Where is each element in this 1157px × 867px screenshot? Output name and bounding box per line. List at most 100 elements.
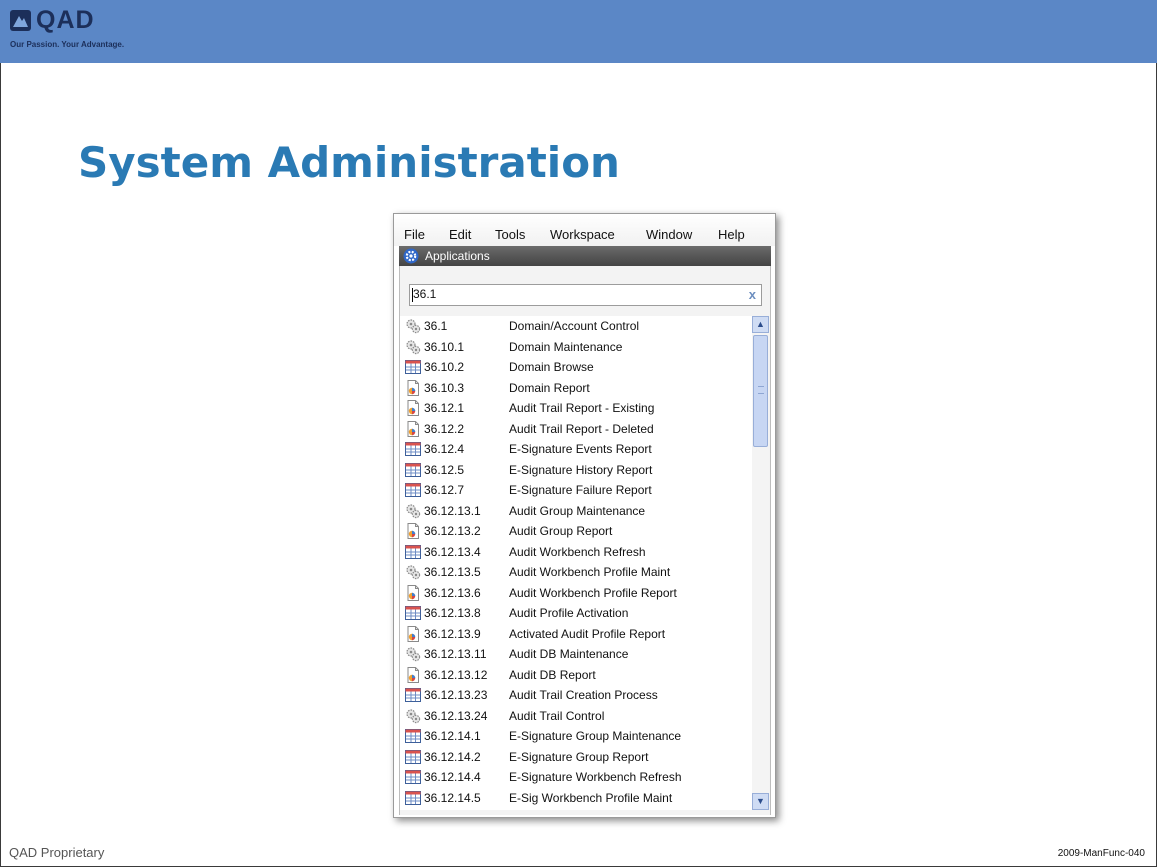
report-icon: [405, 400, 421, 416]
list-item[interactable]: 36.12.4 E-Signature Events Report: [400, 439, 752, 459]
menu-code: 36.12.13.5: [424, 565, 481, 579]
list-item[interactable]: 36.10.1 Domain Maintenance: [400, 337, 752, 357]
list-item[interactable]: 36.1 Domain/Account Control: [400, 316, 752, 336]
menu-description: E-Signature Group Maintenance: [509, 729, 682, 743]
menu-code: 36.10.3: [424, 380, 465, 395]
vertical-scrollbar[interactable]: ▲ ▼: [752, 316, 769, 810]
menu-code: 36.12.14.4: [424, 770, 481, 784]
menu-description: Audit Trail Report - Existing: [509, 401, 655, 415]
report-icon: [405, 625, 421, 642]
list-item[interactable]: 36.12.13.2 Audit Group Report: [400, 521, 752, 541]
applications-panel-header[interactable]: Applications: [399, 246, 771, 266]
menu-code: 36.12.14.5: [424, 790, 481, 805]
top-banner: QAD Our Passion. Your Advantage.: [0, 0, 1157, 63]
menu-tools[interactable]: Tools: [495, 227, 525, 242]
list-item[interactable]: 36.12.13.23 Audit Trail Creation Process: [400, 685, 752, 705]
menu-code: 36.12.7: [424, 483, 465, 497]
menu-code: 36.12.1: [424, 401, 465, 415]
gear-icon: [405, 708, 421, 724]
list-item[interactable]: 36.12.13.5 Audit Workbench Profile Maint: [400, 562, 752, 582]
menu-description: Audit Workbench Profile Maint: [509, 565, 671, 579]
browse-icon: [405, 687, 421, 703]
applications-panel: 36.1 x 36.1 Domain/Account Control 36.10.1…: [399, 266, 771, 815]
app-window: File Edit Tools Workspace Window Help Ap…: [393, 213, 776, 818]
clear-search-icon[interactable]: x: [749, 287, 756, 302]
gear-icon: [405, 318, 421, 334]
menu-description: Domain Report: [509, 380, 590, 395]
menu-code: 36.12.14.1: [424, 729, 481, 743]
list-item[interactable]: 36.12.14.2 E-Signature Group Report: [400, 747, 752, 767]
menu-code: 36.10.1: [424, 339, 465, 354]
menu-code: 36.12.13.1: [424, 503, 481, 518]
menu-code: 36.12.13.23: [424, 688, 488, 702]
page-title: System Administration: [78, 138, 620, 187]
list-item[interactable]: 36.12.13.1 Audit Group Maintenance: [400, 501, 752, 521]
browse-icon: [405, 544, 421, 560]
scroll-down-button[interactable]: ▼: [752, 793, 769, 810]
menu-edit[interactable]: Edit: [449, 227, 471, 242]
menu-help[interactable]: Help: [718, 227, 745, 242]
report-icon: [405, 666, 421, 683]
browse-icon: [405, 605, 421, 621]
list-item[interactable]: 36.12.5 E-Signature History Report: [400, 460, 752, 480]
gear-icon: [405, 646, 421, 662]
browse-icon: [405, 790, 421, 806]
menu-workspace[interactable]: Workspace: [550, 227, 615, 242]
menu-code: 36.12.13.9: [424, 626, 481, 641]
logo-tagline: Our Passion. Your Advantage.: [10, 40, 125, 49]
list-item[interactable]: 36.12.13.11 Audit DB Maintenance: [400, 644, 752, 664]
scroll-up-button[interactable]: ▲: [752, 316, 769, 333]
list-item[interactable]: 36.12.13.4 Audit Workbench Refresh: [400, 542, 752, 562]
menu-description: Domain Browse: [509, 360, 594, 374]
browse-icon: [405, 441, 421, 457]
gear-icon: [405, 564, 421, 580]
menu-description: Domain/Account Control: [509, 319, 640, 333]
list-item[interactable]: 36.12.13.6 Audit Workbench Profile Report: [400, 583, 752, 603]
list-item[interactable]: 36.12.1 Audit Trail Report - Existing: [400, 398, 752, 418]
list-item[interactable]: 36.12.14.4 E-Signature Workbench Refresh: [400, 767, 752, 787]
browse-icon: [405, 749, 421, 765]
scroll-thumb[interactable]: [753, 335, 768, 447]
menu-code: 36.12.2: [424, 421, 465, 436]
report-icon: [405, 584, 421, 601]
scroll-grip-icon: [758, 386, 764, 394]
menu-description: Audit DB Maintenance: [509, 647, 629, 661]
menu-code: 36.12.5: [424, 462, 465, 477]
list-item[interactable]: 36.12.13.12 Audit DB Report: [400, 665, 752, 685]
report-icon: [405, 523, 421, 539]
list-item[interactable]: 36.12.13.9 Activated Audit Profile Report: [400, 624, 752, 644]
list-item[interactable]: 36.12.13.8 Audit Profile Activation: [400, 603, 752, 623]
menu-code: 36.12.13.2: [424, 524, 481, 538]
footer-slide-id: 2009-ManFunc-040: [1057, 848, 1145, 859]
menu-code: 36.1: [424, 319, 448, 333]
menu-code: 36.12.13.24: [424, 708, 488, 723]
menu-description: E-Signature History Report: [509, 462, 653, 477]
menu-file[interactable]: File: [404, 227, 425, 242]
gear-icon: [405, 503, 421, 519]
report-icon: [405, 379, 421, 396]
search-input[interactable]: 36.1 x: [409, 284, 762, 306]
menu-code: 36.12.13.6: [424, 585, 481, 600]
list-item[interactable]: 36.10.2 Domain Browse: [400, 357, 752, 377]
list-item[interactable]: 36.12.14.5 E-Sig Workbench Profile Maint: [400, 788, 752, 808]
menu-description: Audit Trail Creation Process: [509, 688, 658, 702]
menu-description: E-Signature Group Report: [509, 749, 649, 764]
menu-code: 36.12.13.8: [424, 606, 481, 620]
menu-description: Audit Trail Report - Deleted: [509, 421, 654, 436]
menu-list: 36.1 Domain/Account Control 36.10.1 Domain …: [400, 316, 753, 810]
menu-description: E-Signature Events Report: [509, 442, 652, 456]
menu-code: 36.10.2: [424, 360, 465, 374]
list-item[interactable]: 36.12.7 E-Signature Failure Report: [400, 480, 752, 500]
list-item[interactable]: 36.12.13.24 Audit Trail Control: [400, 706, 752, 726]
menu-description: E-Signature Failure Report: [509, 483, 652, 497]
list-item[interactable]: 36.10.3 Domain Report: [400, 378, 752, 398]
list-item[interactable]: 36.12.2 Audit Trail Report - Deleted: [400, 419, 752, 439]
menu-description: E-Sig Workbench Profile Maint: [509, 790, 673, 805]
report-icon: [405, 420, 421, 437]
menu-window[interactable]: Window: [646, 227, 692, 242]
menu-description: Domain Maintenance: [509, 339, 623, 354]
list-item[interactable]: 36.12.14.1 E-Signature Group Maintenance: [400, 726, 752, 746]
menu-description: Audit Group Report: [509, 524, 613, 538]
browse-icon: [405, 462, 421, 478]
menu-description: Audit Profile Activation: [509, 606, 629, 620]
